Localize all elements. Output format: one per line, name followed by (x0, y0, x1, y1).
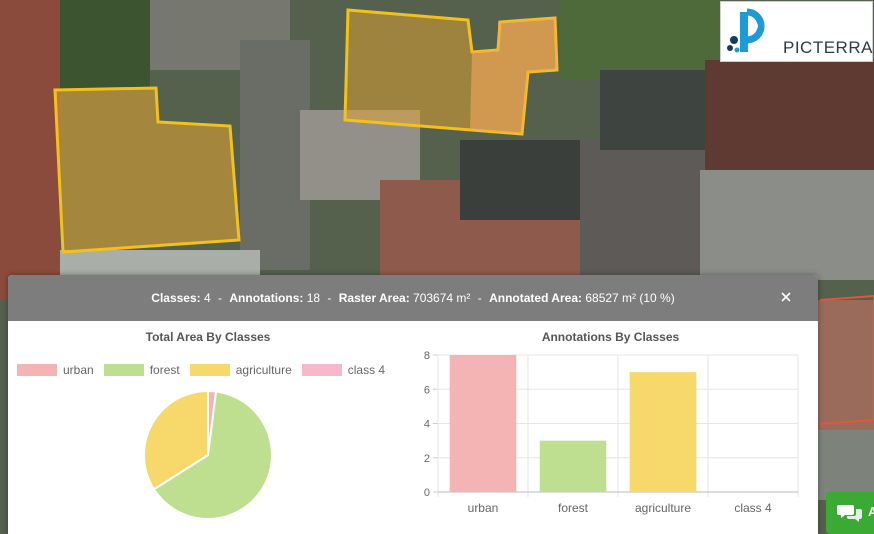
bar-urban[interactable] (449, 355, 517, 492)
y-tick-label: 2 (424, 453, 430, 465)
legend-label: agriculture (235, 363, 292, 377)
y-tick-label: 4 (424, 419, 430, 431)
legend-swatch (189, 364, 230, 376)
roof-left (0, 0, 60, 300)
close-icon[interactable] (779, 290, 793, 304)
legend-swatch (301, 364, 342, 376)
y-tick-label: 6 (424, 384, 430, 396)
bar-chart-title: Annotations By Classes (541, 330, 680, 344)
pie-chart (143, 389, 273, 520)
legend-label: forest (149, 363, 180, 377)
y-tick-label: 8 (424, 350, 430, 362)
separator: - (218, 291, 223, 305)
legend-item-urban[interactable]: urban (17, 363, 94, 377)
chat-button[interactable]: A (826, 492, 874, 534)
pie-legend: urban forest agriculture class 4 (17, 363, 395, 377)
legend-swatch (103, 364, 144, 376)
x-tick-label: agriculture (635, 501, 691, 515)
separator: - (477, 291, 482, 305)
annotations-label: Annotations: (229, 291, 304, 305)
legend-item-agriculture[interactable]: agriculture (189, 363, 292, 377)
classes-value: 4 (204, 291, 211, 305)
summary-line: Classes: 4 - Annotations: 18 - Raster Ar… (151, 291, 674, 305)
annotations-value: 18 (306, 291, 321, 305)
separator: - (327, 291, 332, 305)
legend-label: class 4 (347, 363, 386, 377)
x-tick-label: forest (558, 501, 589, 515)
chat-icon (837, 505, 862, 522)
pie-chart-title: Total Area By Classes (145, 330, 271, 344)
picterra-logo-icon (727, 8, 765, 53)
x-tick-label: class 4 (734, 501, 772, 515)
bar-chart: 0 2 4 6 8 urban forest agriculture class 4 (424, 350, 799, 515)
bar-forest[interactable] (539, 440, 607, 492)
roof-right (705, 60, 874, 170)
raster-area-label: Raster Area: (338, 291, 410, 305)
classes-label: Classes: (151, 291, 201, 305)
legend-item-forest[interactable]: forest (103, 363, 180, 377)
chat-label: A (868, 504, 874, 519)
picterra-logo[interactable]: PICTERRA (720, 1, 873, 62)
raster-area-value: 703674 m² (413, 291, 471, 305)
legend-label: urban (63, 363, 94, 377)
statistics-panel: Classes: 4 - Annotations: 18 - Raster Ar… (8, 275, 818, 534)
panel-header: Classes: 4 - Annotations: 18 - Raster Ar… (8, 275, 818, 321)
brand-name: PICTERRA (783, 38, 873, 57)
legend-swatch (17, 364, 57, 376)
legend-item-class-4[interactable]: class 4 (301, 363, 386, 377)
annotated-area-label: Annotated Area: (489, 291, 582, 305)
x-tick-label: urban (468, 501, 499, 515)
bar-agriculture[interactable] (629, 372, 697, 492)
annotated-area-value: 68527 m² (10 %) (585, 291, 675, 305)
y-tick-label: 0 (424, 487, 430, 499)
